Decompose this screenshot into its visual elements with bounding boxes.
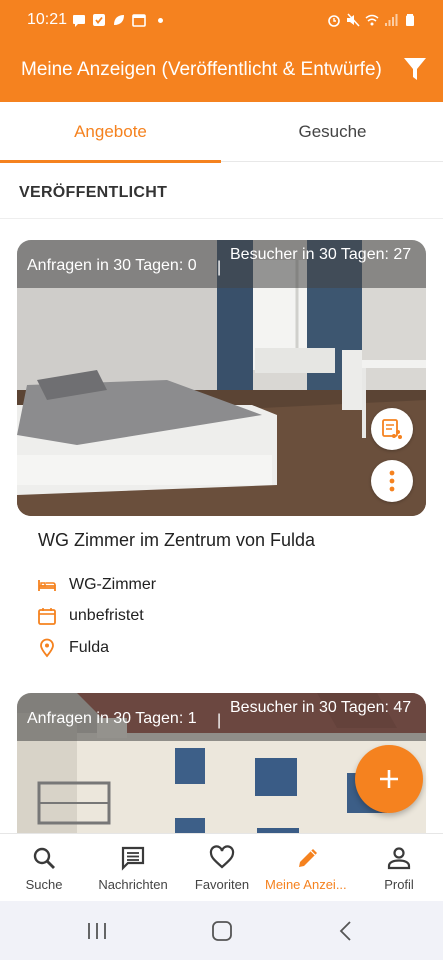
wifi-icon bbox=[365, 14, 379, 26]
listing-duration-text: unbefristet bbox=[69, 607, 144, 624]
listing-city: Fulda bbox=[37, 636, 109, 660]
listing-title[interactable]: WG Zimmer im Zentrum von Fulda bbox=[38, 530, 315, 551]
share-list-icon bbox=[382, 419, 402, 439]
calendar-icon bbox=[38, 608, 56, 625]
nav-label: Favoriten bbox=[194, 877, 250, 892]
stats-overlay: Anfragen in 30 Tagen: 0 Besucher in 30 T… bbox=[17, 240, 426, 288]
listing-type: WG-Zimmer bbox=[37, 573, 156, 597]
plus-icon bbox=[380, 770, 398, 788]
home-icon[interactable] bbox=[210, 919, 234, 943]
calendar-icon bbox=[132, 14, 146, 27]
alarm-icon bbox=[328, 15, 340, 27]
requests-count: Anfragen in 30 Tagen: 1 bbox=[27, 710, 197, 727]
filter-icon[interactable] bbox=[403, 56, 427, 82]
pencil-icon bbox=[299, 849, 317, 867]
message-icon bbox=[73, 15, 85, 27]
page-title: Meine Anzeigen (Veröffentlicht & Entwürf… bbox=[21, 59, 382, 80]
nav-suche[interactable]: Suche bbox=[14, 834, 74, 902]
signal-icon bbox=[385, 14, 398, 26]
nav-profil[interactable]: Profil bbox=[369, 834, 429, 902]
status-time: 10:21 bbox=[27, 11, 68, 28]
heart-icon bbox=[209, 845, 235, 869]
share-button[interactable] bbox=[371, 408, 413, 450]
section-divider bbox=[0, 218, 443, 219]
back-icon[interactable] bbox=[337, 919, 353, 943]
more-vertical-icon bbox=[389, 470, 395, 492]
tab-gesuche[interactable]: Gesuche bbox=[222, 102, 443, 162]
listing-city-text: Fulda bbox=[69, 639, 110, 656]
nav-label: Profil bbox=[384, 877, 414, 892]
nav-meine-anzeigen[interactable]: Meine Anzei... bbox=[262, 834, 354, 902]
more-options-button[interactable] bbox=[371, 460, 413, 502]
recent-apps-icon[interactable] bbox=[85, 919, 109, 943]
chat-icon bbox=[121, 846, 145, 871]
tab-angebote[interactable]: Angebote bbox=[0, 102, 221, 163]
status-bar: 10:21 bbox=[0, 0, 443, 40]
stats-overlay: Anfragen in 30 Tagen: 1 Besucher in 30 T… bbox=[17, 693, 426, 741]
section-heading: VERÖFFENTLICHT bbox=[19, 184, 168, 201]
search-icon bbox=[33, 847, 55, 869]
notification-icons bbox=[72, 13, 163, 27]
app-bar: Meine Anzeigen (Veröffentlicht & Entwürf… bbox=[0, 40, 443, 102]
nav-label: Nachrichten bbox=[98, 877, 168, 892]
requests-count: Anfragen in 30 Tagen: 0 bbox=[27, 257, 197, 274]
add-listing-button[interactable] bbox=[355, 745, 423, 813]
nav-favoriten[interactable]: Favoriten bbox=[186, 834, 258, 902]
visitors-count: Besucher in 30 Tagen: 27 bbox=[217, 244, 420, 279]
listing-image[interactable]: Anfragen in 30 Tagen: 0 Besucher in 30 T… bbox=[17, 240, 426, 516]
listing-type-text: WG-Zimmer bbox=[69, 576, 157, 593]
tab-bar: Angebote Gesuche bbox=[0, 102, 443, 163]
visitors-count: Besucher in 30 Tagen: 47 bbox=[217, 697, 420, 732]
nav-label: Suche bbox=[25, 877, 63, 892]
nav-label: Meine Anzei... bbox=[265, 877, 347, 892]
check-icon bbox=[93, 14, 105, 26]
system-navigation-bar bbox=[0, 901, 443, 960]
bed-icon bbox=[38, 580, 56, 591]
nav-nachrichten[interactable]: Nachrichten bbox=[92, 834, 174, 902]
listing-duration: unbefristet bbox=[37, 604, 144, 628]
mute-icon bbox=[347, 13, 360, 27]
battery-icon bbox=[406, 14, 414, 26]
person-icon bbox=[387, 847, 411, 870]
system-status-icons bbox=[327, 13, 417, 27]
more-notifications-dot bbox=[158, 17, 163, 23]
bottom-navigation: Suche Nachrichten Favoriten Meine Anzei.… bbox=[0, 833, 443, 901]
location-pin-icon bbox=[40, 638, 54, 658]
leaf-icon bbox=[114, 15, 124, 25]
